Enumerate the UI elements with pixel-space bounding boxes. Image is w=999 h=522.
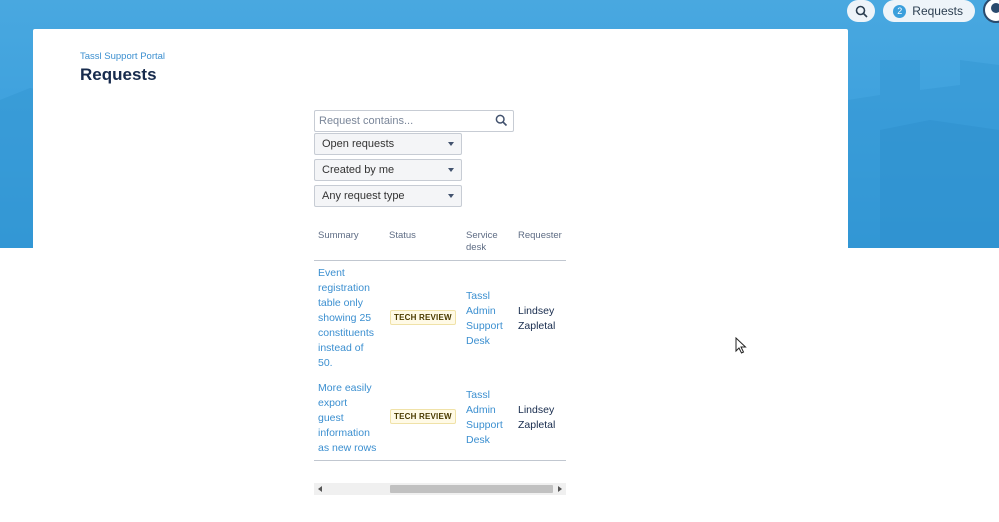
table-row-requester: Lindsey Zapletal — [518, 404, 556, 431]
page-title: Requests — [80, 65, 157, 84]
search-icon — [855, 5, 868, 18]
requests-button[interactable]: 2 Requests — [883, 0, 975, 22]
filter-creator-value: Created by me — [322, 164, 395, 176]
horizontal-scrollbar[interactable] — [314, 483, 566, 495]
column-header-service-desk[interactable]: Service desk — [466, 230, 498, 254]
chevron-down-icon — [448, 142, 454, 146]
column-header-summary[interactable]: Summary — [318, 230, 359, 242]
scroll-left-icon[interactable] — [318, 486, 322, 492]
requests-count-badge: 2 — [893, 4, 907, 18]
search-icon[interactable] — [495, 114, 508, 127]
table-row-summary-link[interactable]: Event registration table only showing 25… — [318, 266, 374, 371]
main-card: Tassl Support Portal Requests Open reque… — [33, 29, 848, 522]
top-navigation: 2 Requests — [847, 0, 999, 28]
filter-status-select[interactable]: Open requests — [314, 133, 462, 155]
filter-status-value: Open requests — [322, 138, 395, 150]
chevron-down-icon — [448, 168, 454, 172]
breadcrumb[interactable]: Tassl Support Portal — [80, 51, 165, 62]
filter-creator-select[interactable]: Created by me — [314, 159, 462, 181]
avatar[interactable] — [983, 0, 999, 23]
search-button[interactable] — [847, 0, 876, 22]
chevron-down-icon — [448, 194, 454, 198]
status-badge: TECH REVIEW — [390, 310, 456, 325]
search-box — [314, 110, 514, 132]
table-row-summary-link[interactable]: More easily export guest information as … — [318, 381, 376, 456]
column-header-status[interactable]: Status — [389, 230, 416, 242]
scroll-right-icon[interactable] — [558, 486, 562, 492]
table-row-requester: Lindsey Zapletal — [518, 305, 556, 332]
status-badge: TECH REVIEW — [390, 409, 456, 424]
table-footer-divider — [314, 460, 566, 461]
scrollbar-thumb[interactable] — [390, 485, 553, 493]
table-row-service-desk-link[interactable]: Tassl Admin Support Desk — [466, 388, 503, 448]
mouse-cursor-icon — [735, 337, 747, 354]
table-header-divider — [314, 260, 566, 261]
search-input[interactable] — [315, 111, 485, 131]
filter-type-value: Any request type — [322, 190, 405, 202]
filter-type-select[interactable]: Any request type — [314, 185, 462, 207]
requests-label: Requests — [912, 4, 963, 18]
table-row-service-desk-link[interactable]: Tassl Admin Support Desk — [466, 289, 503, 349]
column-header-requester[interactable]: Requester — [518, 230, 562, 242]
